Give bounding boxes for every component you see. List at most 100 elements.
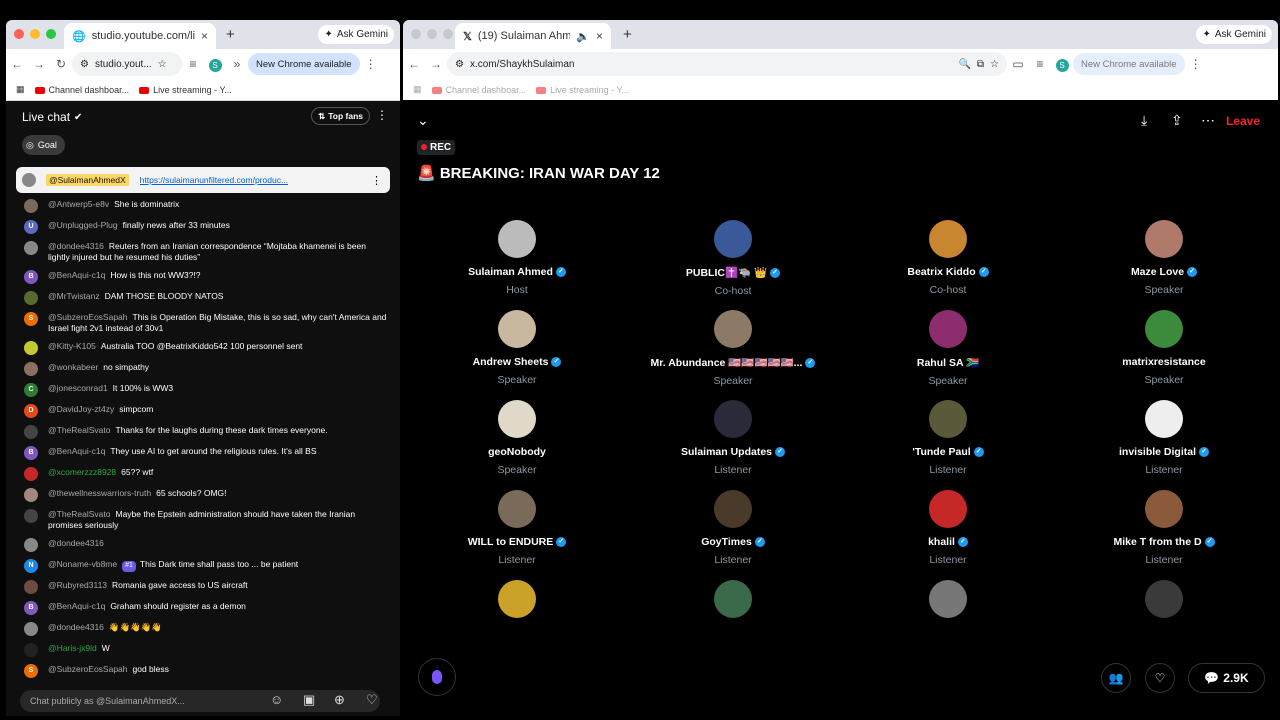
chat-author[interactable]: @thewellnesswarriors-truth: [48, 488, 151, 498]
avatar[interactable]: [24, 622, 38, 636]
avatar[interactable]: [1145, 310, 1183, 348]
address-bar[interactable]: ⚙ studio.yout... ☆: [72, 52, 182, 76]
maximize-window-button[interactable]: [46, 29, 56, 39]
new-tab-button[interactable]: +: [623, 26, 632, 43]
tab-x[interactable]: 𝕏 (19) Sulaiman Ahmed (@S 🔈 ×: [455, 23, 611, 49]
media-icon[interactable]: ≡: [1029, 57, 1051, 71]
collapse-chevron-icon[interactable]: ⌄: [417, 112, 429, 129]
participant[interactable]: Beatrix Kiddo ✓ Co-host: [848, 220, 1048, 296]
speaker-icon[interactable]: 🔈: [576, 30, 590, 43]
media-icon[interactable]: ≡: [182, 57, 204, 71]
avatar[interactable]: [24, 241, 38, 255]
chat-message[interactable]: C @jonesconrad1 It 100% is WW3: [6, 380, 400, 401]
chat-message[interactable]: @Kitty-K105 Australia TOO @BeatrixKiddo54…: [6, 338, 400, 359]
leave-button[interactable]: Leave: [1226, 114, 1260, 128]
avatar[interactable]: N: [24, 559, 38, 573]
chat-author[interactable]: @TheRealSvato: [48, 509, 111, 519]
chat-author[interactable]: @BenAqui-c1q: [48, 270, 105, 280]
participant[interactable]: khalil ✓ Listener: [848, 490, 1048, 566]
participant[interactable]: Mr. Abundance 🇺🇸🇺🇸🇺🇸🇺🇸🇺🇸... ✓ Speaker: [633, 310, 833, 387]
avatar[interactable]: [1145, 220, 1183, 258]
avatar[interactable]: C: [24, 383, 38, 397]
avatar[interactable]: [929, 580, 967, 618]
new-chrome-available-button[interactable]: New Chrome available: [1073, 53, 1185, 75]
chat-author[interactable]: @SubzeroEosSapah: [48, 312, 128, 322]
chat-message[interactable]: @Antwerp5-e8v She is dominatrix: [6, 196, 400, 217]
back-icon[interactable]: ←: [403, 57, 425, 71]
profile-avatar[interactable]: S: [1051, 57, 1073, 72]
avatar[interactable]: [24, 643, 38, 657]
more-options-icon[interactable]: ⋮: [376, 108, 388, 122]
chat-author[interactable]: @dondee4316: [48, 622, 104, 632]
super-chat-icon[interactable]: ▣: [303, 692, 315, 708]
avatar[interactable]: [929, 310, 967, 348]
avatar[interactable]: [498, 490, 536, 528]
bookmark-star-icon[interactable]: ☆: [158, 59, 167, 70]
chat-message[interactable]: D @DavidJoy-zt4zy simpcom: [6, 401, 400, 422]
new-tab-button[interactable]: +: [226, 26, 235, 43]
avatar[interactable]: [929, 400, 967, 438]
avatar[interactable]: U: [24, 220, 38, 234]
chat-author[interactable]: @DavidJoy-zt4zy: [48, 404, 114, 414]
avatar[interactable]: B: [24, 446, 38, 460]
avatar[interactable]: [24, 199, 38, 213]
chat-input[interactable]: Chat publicly as @SulaimanAhmedX...: [20, 690, 380, 712]
side-panel-icon[interactable]: ▭: [1007, 57, 1029, 71]
zoom-icon[interactable]: 🔍: [958, 59, 970, 70]
chevron-right-icon[interactable]: »: [226, 57, 248, 71]
chat-author[interactable]: @Rubyred3113: [48, 580, 107, 590]
reaction-button[interactable]: ♡: [1145, 663, 1175, 693]
chat-message[interactable]: @dondee4316: [6, 535, 400, 556]
avatar[interactable]: [24, 488, 38, 502]
chat-author[interactable]: @Antwerp5-e8v: [48, 199, 109, 209]
avatar[interactable]: B: [24, 601, 38, 615]
more-options-icon[interactable]: ⋯: [1201, 112, 1215, 129]
avatar[interactable]: [1145, 400, 1183, 438]
pinned-link[interactable]: https://sulaimanunfiltered.com/produc...: [140, 175, 288, 185]
avatar[interactable]: [714, 220, 752, 258]
new-chrome-available-button[interactable]: New Chrome available: [248, 53, 360, 75]
avatar[interactable]: [24, 580, 38, 594]
chat-author[interactable]: @xcomerzzz8928: [48, 467, 116, 477]
bookmark-star-icon[interactable]: ☆: [990, 59, 999, 70]
dock-icon[interactable]: ⤓: [1141, 112, 1147, 129]
ask-gemini-button[interactable]: ✦ Ask Gemini: [318, 25, 394, 44]
chat-author[interactable]: @BenAqui-c1q: [48, 601, 105, 611]
avatar[interactable]: [714, 400, 752, 438]
avatar[interactable]: [498, 220, 536, 258]
microphone-button[interactable]: [418, 658, 456, 696]
forward-icon[interactable]: →: [425, 57, 447, 71]
install-icon[interactable]: ⧉: [977, 59, 984, 70]
chat-author[interactable]: @SubzeroEosSapah: [48, 664, 128, 674]
pinned-author[interactable]: @SulaimanAhmedX: [46, 174, 129, 186]
bookmark-live-streaming[interactable]: Live streaming - Y...: [536, 85, 629, 95]
chat-author[interactable]: @BenAqui-c1q: [48, 446, 105, 456]
address-bar[interactable]: ⚙ x.com/ShaykhSulaiman 🔍 ⧉ ☆: [447, 52, 1007, 76]
add-icon[interactable]: ⊕: [334, 692, 345, 708]
chat-author[interactable]: @dondee4316: [48, 538, 104, 548]
chat-author[interactable]: @wonkabeer: [48, 362, 98, 372]
participant[interactable]: WILL to ENDURE ✓ Listener: [417, 490, 617, 566]
apps-icon[interactable]: ▦: [413, 84, 422, 95]
emoji-icon[interactable]: ☺: [270, 692, 283, 707]
close-tab-icon[interactable]: ×: [201, 29, 208, 43]
share-icon[interactable]: ⇪: [1171, 112, 1183, 129]
close-tab-icon[interactable]: ×: [596, 29, 603, 43]
chat-message[interactable]: U @Unplugged-Plug finally news after 33 mi…: [6, 217, 400, 238]
participant[interactable]: Mike T from the D ✓ Listener: [1064, 490, 1264, 566]
chat-message[interactable]: @xcomerzzz8928 65?? wtf: [6, 464, 400, 485]
participant[interactable]: Sulaiman Ahmed ✓ Host: [417, 220, 617, 296]
pinned-message[interactable]: @SulaimanAhmedX https://sulaimanunfilter…: [16, 167, 390, 193]
participant[interactable]: GoyTimes ✓ Listener: [633, 490, 833, 566]
chat-message[interactable]: @Haris-jx9ld W: [6, 640, 400, 661]
avatar[interactable]: [714, 490, 752, 528]
participant[interactable]: matrixresistance Speaker: [1064, 310, 1264, 386]
avatar[interactable]: [24, 509, 38, 523]
bookmark-live-streaming[interactable]: Live streaming - Y...: [139, 85, 232, 95]
chat-author[interactable]: @Unplugged-Plug: [48, 220, 118, 230]
chat-message[interactable]: S @SubzeroEosSapah This is Operation Big M…: [6, 309, 400, 338]
maximize-window-button[interactable]: [443, 29, 453, 39]
profile-avatar[interactable]: S: [204, 57, 226, 72]
minimize-window-button[interactable]: [30, 29, 40, 39]
avatar[interactable]: [929, 220, 967, 258]
